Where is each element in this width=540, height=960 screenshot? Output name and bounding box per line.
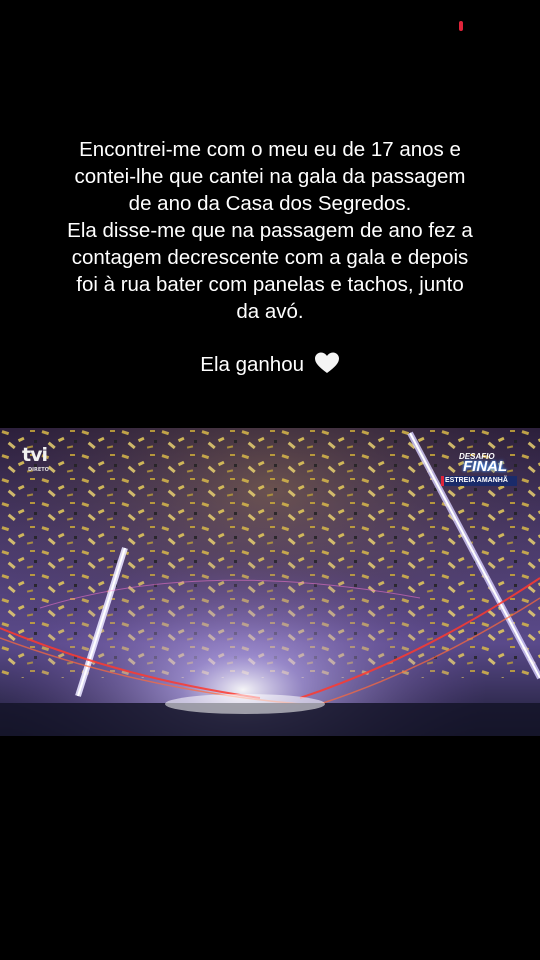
- story-screen: Encontrei-me com o meu eu de 17 anos e c…: [0, 0, 540, 960]
- caption-line: Ela disse-me que na passagem de ano fez …: [67, 219, 473, 242]
- caption-line: de ano da Casa dos Segredos.: [128, 192, 412, 215]
- caption-line: da avó.: [236, 300, 304, 323]
- promo-strap-text: ESTREIA AMANHÃ: [445, 477, 508, 484]
- promo-overlay: DESAFIO FINAL ESTREIA AMANHÃ: [441, 448, 517, 488]
- story-caption: Encontrei-me com o meu eu de 17 anos e c…: [20, 136, 520, 325]
- caption-line: contagem decrescente com a gala e depois: [71, 246, 469, 269]
- caption-line: Encontrei-me com o meu eu de 17 anos e: [79, 138, 461, 161]
- caption-line: contei-lhe que cantei na gala da passage…: [74, 165, 466, 188]
- signoff-text: Ela ganhou: [200, 353, 305, 376]
- white-heart-icon: [314, 351, 340, 383]
- caption-line: foi à rua bater com panelas e tachos, ju…: [76, 273, 464, 296]
- video-frame[interactable]: tvi DIRETO DESAFIO FINAL ESTREIA AMANHÃ: [0, 428, 540, 736]
- caption-signoff: Ela ganhou: [0, 351, 540, 383]
- promo-main-text: FINAL: [463, 458, 508, 475]
- recording-indicator: [459, 21, 463, 31]
- live-badge: DIRETO: [28, 467, 49, 473]
- tvi-logo: tvi: [22, 444, 48, 466]
